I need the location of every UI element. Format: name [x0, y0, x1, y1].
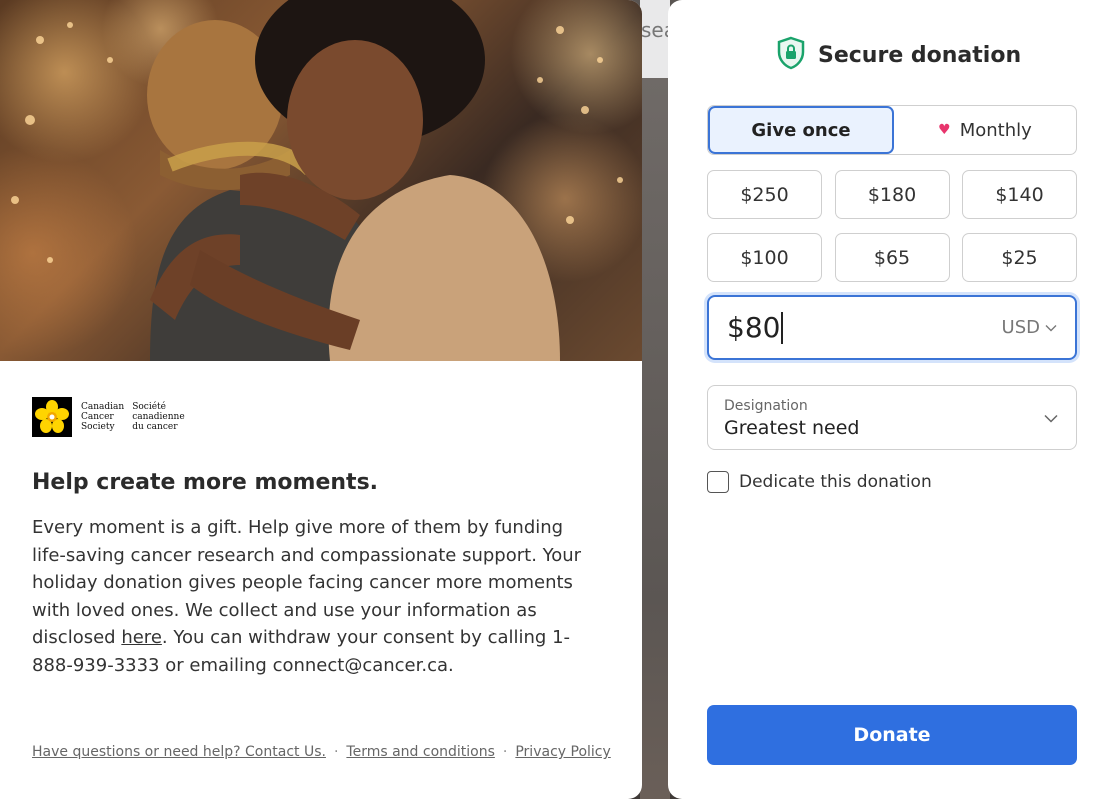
amount-button-65[interactable]: $65 [834, 233, 950, 282]
custom-amount-input[interactable]: $80 USD [707, 295, 1077, 360]
donate-button[interactable]: Donate [707, 705, 1077, 765]
canadian-cancer-society-logo: Canadian Cancer Society Société canadien… [32, 397, 193, 437]
frequency-toggle: Give once ♥ Monthly [707, 105, 1077, 155]
footer-separator: · [502, 744, 508, 760]
campaign-panel: Canadian Cancer Society Société canadien… [0, 0, 642, 799]
currency-value: USD [1001, 317, 1040, 338]
logo-wordmark: Canadian Cancer Society Société canadien… [81, 402, 193, 432]
custom-amount-text: $80 [727, 311, 781, 344]
monthly-option[interactable]: ♥ Monthly [894, 106, 1076, 154]
logo-en-line-2: Cancer [81, 412, 114, 422]
designation-label: Designation [724, 398, 808, 414]
heart-icon: ♥ [938, 122, 951, 138]
preset-amounts: $250 $180 $140 $100 $65 $25 [707, 170, 1077, 282]
logo-fr-line-2: canadienne [132, 412, 185, 422]
footer-links: Have questions or need help? Contact Us.… [32, 744, 611, 760]
footer-separator: · [333, 744, 339, 760]
logo-en-line-3: Society [81, 422, 115, 432]
logo-en-line-1: Canadian [81, 402, 125, 412]
terms-link[interactable]: Terms and conditions [346, 744, 495, 760]
campaign-photo [0, 0, 642, 361]
amount-button-250[interactable]: $250 [707, 170, 822, 219]
donation-form-panel: Secure donation Give once ♥ Monthly $250… [668, 0, 1120, 799]
amount-button-140[interactable]: $140 [962, 170, 1077, 219]
secure-shield-icon [776, 36, 806, 74]
privacy-policy-link[interactable]: Privacy Policy [515, 744, 610, 760]
form-header: Secure donation [776, 36, 1021, 74]
text-caret [781, 311, 783, 344]
currency-select[interactable]: USD [1002, 317, 1057, 338]
backdrop-strip [640, 0, 670, 799]
hug-illustration [11, 0, 623, 361]
amount-button-180[interactable]: $180 [834, 170, 950, 219]
contact-us-link[interactable]: Have questions or need help? Contact Us. [32, 744, 326, 760]
give-once-option[interactable]: Give once [708, 106, 894, 154]
privacy-disclosure-link[interactable]: here [121, 627, 162, 648]
dedicate-checkbox[interactable] [707, 471, 729, 493]
chevron-down-icon [1044, 408, 1058, 427]
custom-amount-value: $80 [727, 311, 783, 344]
designation-select[interactable]: Designation Greatest need [707, 385, 1077, 450]
designation-value: Greatest need [724, 417, 860, 439]
daffodil-logo-icon [32, 397, 72, 437]
dedicate-donation-row[interactable]: Dedicate this donation [707, 471, 932, 493]
logo-fr-line-1: Société [132, 402, 166, 412]
chevron-down-icon [1045, 321, 1057, 335]
monthly-label: Monthly [959, 119, 1032, 141]
campaign-body: Every moment is a gift. Help give more o… [32, 514, 602, 679]
amount-button-100[interactable]: $100 [707, 233, 822, 282]
logo-fr-line-3: du cancer [132, 422, 178, 432]
campaign-headline: Help create more moments. [32, 470, 379, 495]
amount-button-25[interactable]: $25 [962, 233, 1077, 282]
dedicate-label: Dedicate this donation [739, 472, 932, 492]
form-title: Secure donation [818, 42, 1022, 68]
